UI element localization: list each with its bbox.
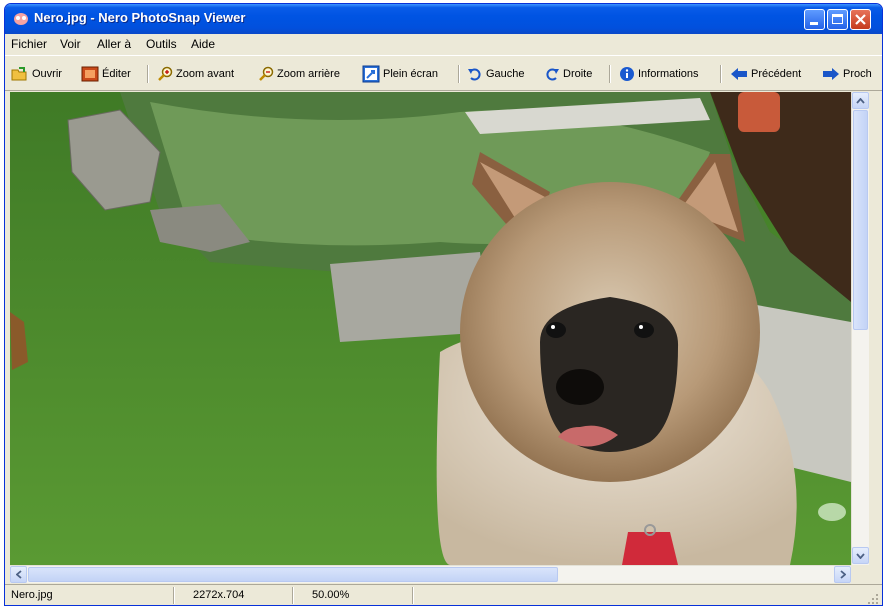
photosnap-app-icon <box>14 13 28 25</box>
chevron-right-icon <box>839 570 846 579</box>
toolbar-separator <box>147 65 149 83</box>
status-separator <box>412 587 414 604</box>
horizontal-scroll-thumb[interactable] <box>28 567 558 582</box>
menu-bar: Fichier Voir Aller à Outils Aide <box>5 34 882 54</box>
info-button[interactable]: Informations <box>619 64 699 84</box>
status-filename: Nero.jpg <box>11 589 53 601</box>
photo-dog-in-garden <box>10 92 851 565</box>
close-icon <box>855 14 866 25</box>
status-dimensions: 2272x.704 <box>193 589 245 601</box>
title-bar[interactable]: Nero.jpg - Nero PhotoSnap Viewer <box>5 4 882 34</box>
rotate-right-icon <box>546 68 559 81</box>
vertical-scrollbar[interactable] <box>851 92 869 565</box>
status-bar: Nero.jpg 2272x.704 50.00% <box>5 584 882 605</box>
arrow-left-icon <box>731 68 747 80</box>
maximize-button[interactable] <box>827 9 848 30</box>
menu-aller-a[interactable]: Aller à <box>97 37 131 51</box>
toolbar: Ouvrir Éditer Zoom avant Zoom arrière Pl… <box>5 55 882 91</box>
rotate-left-button[interactable]: Gauche <box>467 64 525 84</box>
zoom-out-icon <box>259 66 274 81</box>
menu-voir[interactable]: Voir <box>60 37 81 51</box>
fullscreen-button[interactable]: Plein écran <box>362 64 438 84</box>
zoom-out-button[interactable]: Zoom arrière <box>258 64 340 84</box>
status-zoom: 50.00% <box>312 589 350 601</box>
scroll-down-button[interactable] <box>852 547 869 564</box>
horizontal-scrollbar[interactable] <box>10 565 851 583</box>
toolbar-separator <box>458 65 460 83</box>
resize-grip-icon[interactable] <box>867 593 879 605</box>
image-viewport[interactable] <box>10 92 851 565</box>
rotate-right-button[interactable]: Droite <box>544 64 592 84</box>
status-separator <box>292 587 294 604</box>
scroll-right-button[interactable] <box>834 566 851 583</box>
arrow-right-icon <box>823 68 839 80</box>
menu-fichier[interactable]: Fichier <box>11 37 47 51</box>
info-icon <box>620 67 634 81</box>
maximize-icon <box>832 14 843 24</box>
toolbar-separator <box>720 65 722 83</box>
open-button[interactable]: Ouvrir <box>11 64 62 84</box>
open-folder-icon <box>11 67 27 81</box>
edit-icon <box>81 66 99 82</box>
zoom-in-icon <box>158 66 173 81</box>
close-button[interactable] <box>850 9 871 30</box>
toolbar-separator <box>609 65 611 83</box>
previous-button[interactable]: Précédent <box>730 64 801 84</box>
menu-outils[interactable]: Outils <box>146 37 177 51</box>
edit-button[interactable]: Éditer <box>81 64 131 84</box>
vertical-scroll-thumb[interactable] <box>853 110 868 330</box>
chevron-left-icon <box>15 570 22 579</box>
minimize-button[interactable] <box>804 9 825 30</box>
rotate-left-icon <box>468 68 481 81</box>
minimize-icon <box>810 22 818 25</box>
scroll-up-button[interactable] <box>852 92 869 109</box>
status-separator <box>173 587 175 604</box>
scrollbar-corner <box>851 565 868 582</box>
zoom-in-button[interactable]: Zoom avant <box>157 64 234 84</box>
next-button[interactable]: Proch <box>822 64 872 84</box>
window-title: Nero.jpg - Nero PhotoSnap Viewer <box>34 10 246 25</box>
app-window: Nero.jpg - Nero PhotoSnap Viewer Fichier… <box>4 3 883 606</box>
fullscreen-icon <box>362 65 380 83</box>
scroll-left-button[interactable] <box>10 566 27 583</box>
menu-aide[interactable]: Aide <box>191 37 215 51</box>
chevron-down-icon <box>856 552 865 559</box>
chevron-up-icon <box>856 97 865 104</box>
